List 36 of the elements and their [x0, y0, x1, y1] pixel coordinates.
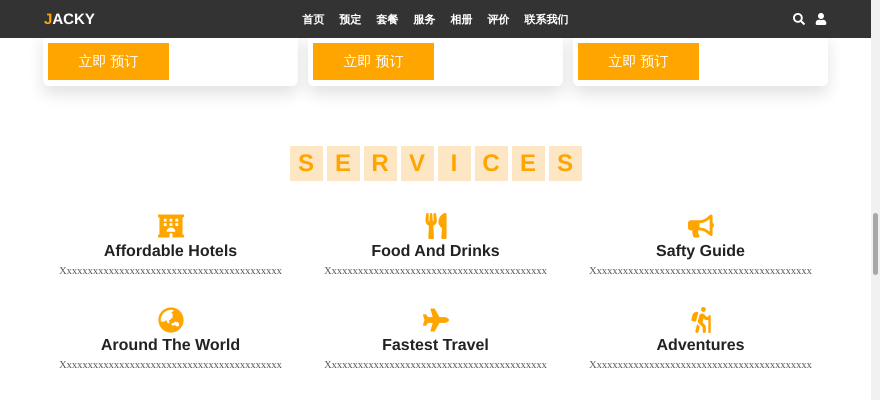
- service-title: Safty Guide: [656, 243, 745, 261]
- globe-icon: [158, 307, 184, 333]
- service-description: Xxxxxxxxxxxxxxxxxxxxxxxxxxxxxxxxxxxxxxxxxx: [589, 360, 812, 371]
- nav-link[interactable]: 预定: [340, 12, 362, 26]
- service-title: Affordable Hotels: [104, 243, 238, 261]
- nav-link[interactable]: 相册: [450, 12, 472, 26]
- service-description: Xxxxxxxxxxxxxxxxxxxxxxxxxxxxxxxxxxxxxxxxxx: [324, 360, 547, 371]
- title-letter: E: [512, 146, 544, 181]
- service-description: Xxxxxxxxxxxxxxxxxxxxxxxxxxxxxxxxxxxxxxxxxx: [59, 266, 282, 277]
- nav-link[interactable]: 首页: [302, 12, 324, 26]
- title-letter: C: [474, 146, 508, 181]
- hotel-icon: [158, 213, 184, 239]
- fork-knife-icon: [422, 213, 448, 239]
- airplane-icon: [422, 307, 448, 333]
- service-title: Fastest Travel: [382, 337, 489, 355]
- nav-link[interactable]: 服务: [414, 12, 436, 26]
- user-icon[interactable]: [815, 13, 827, 25]
- service-description: Xxxxxxxxxxxxxxxxxxxxxxxxxxxxxxxxxxxxxxxxxx: [59, 360, 282, 371]
- title-letter: R: [364, 146, 396, 181]
- service-title: Adventures: [656, 337, 745, 355]
- brand-logo[interactable]: JACKY: [44, 10, 264, 28]
- title-letter: V: [400, 146, 434, 181]
- title-letter: E: [326, 146, 360, 181]
- title-letter: S: [290, 146, 322, 181]
- search-icon[interactable]: [793, 13, 805, 25]
- title-letter: I: [438, 146, 470, 181]
- title-letter: S: [548, 146, 582, 181]
- service-description: Xxxxxxxxxxxxxxxxxxxxxxxxxxxxxxxxxxxxxxxxxx: [589, 266, 812, 277]
- megaphone-icon: [688, 213, 714, 239]
- nav-link[interactable]: 联系我们: [524, 12, 568, 26]
- nav-link[interactable]: 评价: [488, 12, 510, 26]
- nav-link[interactable]: 套餐: [376, 12, 398, 26]
- service-description: Xxxxxxxxxxxxxxxxxxxxxxxxxxxxxxxxxxxxxxxxxx: [324, 266, 547, 277]
- service-title: Food And Drinks: [371, 243, 500, 261]
- scrollbar-thumb[interactable]: [873, 213, 878, 275]
- service-title: Around The World: [100, 337, 240, 355]
